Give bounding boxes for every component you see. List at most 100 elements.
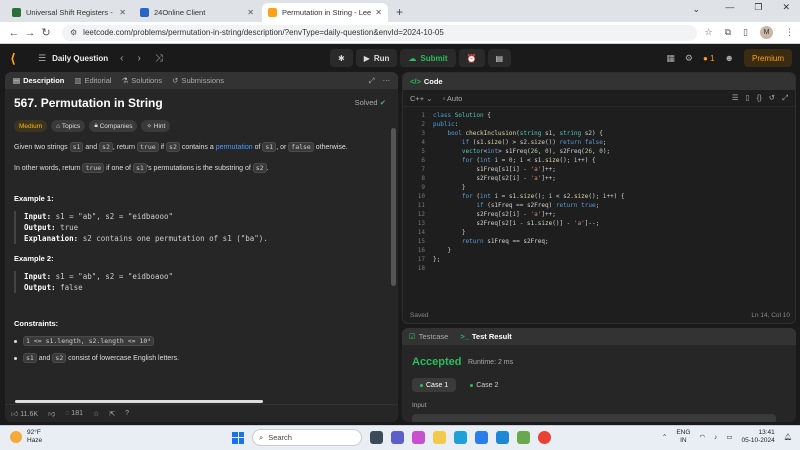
check-circle-icon: ✔ — [379, 98, 386, 107]
problem-statement-2: In other words, return true if one of s1… — [14, 163, 386, 174]
format-icon[interactable]: ☰ — [732, 93, 739, 103]
tab-test-result[interactable]: >_ Test Result — [460, 332, 511, 341]
volume-icon[interactable]: ♪ — [714, 434, 717, 441]
fullscreen-icon[interactable]: ⤢ — [782, 93, 788, 103]
tag-icon: ⌂ — [56, 122, 61, 130]
permutation-link[interactable]: permutation — [216, 144, 253, 151]
text: if one of — [104, 165, 133, 172]
auto-mode-toggle[interactable]: ▫ Auto — [443, 94, 463, 103]
close-tab-icon[interactable]: ✕ — [247, 8, 254, 17]
close-tab-icon[interactable]: ✕ — [375, 8, 382, 17]
topics-tag[interactable]: ⌂ Topics — [51, 120, 86, 132]
daily-question-link[interactable]: ☰ Daily Question — [38, 53, 108, 64]
hint-tag[interactable]: ✧ Hint — [141, 120, 171, 132]
reset-icon[interactable]: ↺ — [769, 93, 775, 103]
tab-solutions[interactable]: ⚗ Solutions — [122, 76, 163, 85]
favorite-button[interactable]: ☆ — [93, 410, 99, 418]
comments-button[interactable]: ◌ 181 — [65, 410, 83, 417]
expand-panel-icon[interactable]: ⤢ — [369, 76, 375, 86]
copilot-icon[interactable] — [412, 431, 425, 444]
url-field[interactable]: ⚙ leetcode.com/problems/permutation-in-s… — [62, 24, 697, 41]
like-button[interactable]: 👍︎ 11.6K — [11, 409, 38, 418]
wifi-icon[interactable]: ◠ — [699, 433, 705, 441]
browser-tab-leetcode[interactable]: Permutation in String - LeetCo ✕ — [262, 3, 388, 22]
menu-dots-icon[interactable]: ⋮ — [785, 27, 794, 38]
notes-button[interactable]: ▤ — [487, 49, 512, 67]
forward-icon[interactable]: → — [22, 27, 38, 39]
layout-grid-icon[interactable]: ▦ — [666, 53, 675, 64]
horizontal-scrollbar[interactable] — [15, 400, 263, 403]
language-indicator[interactable]: ENG IN — [676, 429, 690, 445]
battery-icon[interactable]: ▭ — [726, 433, 732, 441]
submit-button[interactable]: ☁ Submit — [400, 49, 456, 67]
description-scrollbar[interactable] — [391, 128, 396, 286]
tray-chevron-up-icon[interactable]: ⌃ — [662, 433, 667, 441]
code-line: 13 s2Freq[s2[i - s1.size()] - 'a']--; — [417, 220, 600, 227]
close-window-icon[interactable]: ✕ — [782, 2, 790, 13]
tab-description[interactable]: ▤ Description — [13, 76, 64, 85]
reload-icon[interactable]: ↻ — [38, 26, 54, 39]
example-1-block: Input: s1 = "ab", s2 = "eidbaooo" Output… — [14, 211, 386, 244]
extensions-icon[interactable]: ⧉ — [725, 27, 731, 38]
sidebar-icon[interactable]: ▯ — [743, 27, 748, 38]
minimize-icon[interactable]: — — [725, 2, 734, 13]
streak-counter[interactable]: ● 1 — [703, 54, 715, 63]
panel-menu-icon[interactable]: ⋯ — [383, 76, 391, 86]
timer-button[interactable]: ⏰ — [458, 49, 485, 67]
start-windows-icon[interactable] — [232, 431, 244, 444]
date: 05-10-2024 — [741, 437, 775, 444]
play-icon: ▶ — [363, 53, 370, 63]
shuffle-icon[interactable]: ⤨ — [155, 53, 163, 64]
store-icon[interactable] — [475, 431, 488, 444]
user-avatar-icon[interactable]: ☻ — [725, 53, 734, 63]
history-icon: ↺ — [172, 76, 179, 85]
prev-problem-icon[interactable]: ‹ — [120, 53, 123, 64]
help-button[interactable]: ? — [125, 410, 129, 417]
case-1-tab[interactable]: Case 1 — [412, 378, 457, 392]
task-view-icon[interactable] — [370, 431, 383, 444]
vscode-icon[interactable] — [496, 431, 509, 444]
weather-widget[interactable]: 92°F Haze — [10, 429, 42, 445]
case-label: Case 2 — [476, 381, 499, 389]
new-tab-icon[interactable]: + — [396, 5, 403, 19]
code-area[interactable]: 1 class Solution { 2 public: 3 bool checkI… — [403, 111, 795, 307]
teams-icon[interactable] — [391, 431, 404, 444]
braces-icon[interactable]: {} — [757, 93, 762, 103]
companies-tag[interactable]: 🔒︎ Companies — [89, 120, 138, 132]
search-label: Search — [268, 433, 292, 442]
tab-testcase[interactable]: ☑ Testcase — [409, 332, 448, 341]
browser-tab-shift-registers[interactable]: Universal Shift Registers - Digit ✕ — [6, 3, 132, 22]
tab-search-chevron-icon[interactable]: ⌄ — [692, 4, 700, 15]
back-icon[interactable]: ← — [6, 27, 22, 39]
clock[interactable]: 13:41 05-10-2024 — [741, 429, 774, 445]
profile-avatar[interactable]: M — [760, 26, 773, 39]
settings-gear-icon[interactable]: ⚙ — [685, 53, 693, 64]
dislike-button[interactable]: 👎︎ — [48, 409, 55, 418]
run-button[interactable]: ▶ Run — [355, 49, 398, 67]
settings-app-icon[interactable] — [517, 431, 530, 444]
edge-icon[interactable] — [454, 431, 467, 444]
bookmark-star-icon[interactable]: ☆ — [705, 27, 713, 38]
browser-tab-24online[interactable]: 24Online Client ✕ — [134, 3, 260, 22]
case-2-tab[interactable]: Case 2 — [462, 378, 506, 392]
tab-submissions[interactable]: ↺ Submissions — [172, 76, 224, 85]
notification-bell-icon[interactable]: 🔔︎ — [784, 433, 792, 441]
leetcode-logo-icon[interactable]: ⟨ — [10, 51, 24, 66]
next-problem-icon[interactable]: › — [137, 53, 140, 64]
debug-button[interactable]: ✱ — [330, 49, 353, 67]
bookmark-icon[interactable]: ▯ — [746, 93, 750, 103]
code-line: 10 for (int i = s1.size(); i < s2.size()… — [417, 193, 625, 200]
language-select[interactable]: C++ ⌄ — [410, 94, 433, 103]
companies-label: Companies — [99, 122, 133, 130]
premium-button[interactable]: Premium — [743, 49, 792, 67]
site-info-icon[interactable]: ⚙ — [70, 28, 77, 37]
taskbar-search[interactable]: ⌕ Search — [252, 429, 362, 446]
tab-editorial[interactable]: ▥ Editorial — [74, 76, 111, 85]
maximize-icon[interactable]: ❐ — [754, 2, 762, 13]
chrome-icon[interactable] — [538, 431, 551, 444]
file-explorer-icon[interactable] — [433, 431, 446, 444]
close-tab-icon[interactable]: ✕ — [119, 8, 126, 17]
system-tray: ⌃ ENG IN ◠ ♪ ▭ 13:41 05-10-2024 🔔︎ — [662, 429, 792, 445]
input-value-box — [412, 414, 776, 422]
share-button[interactable]: ⇱ — [109, 410, 115, 418]
